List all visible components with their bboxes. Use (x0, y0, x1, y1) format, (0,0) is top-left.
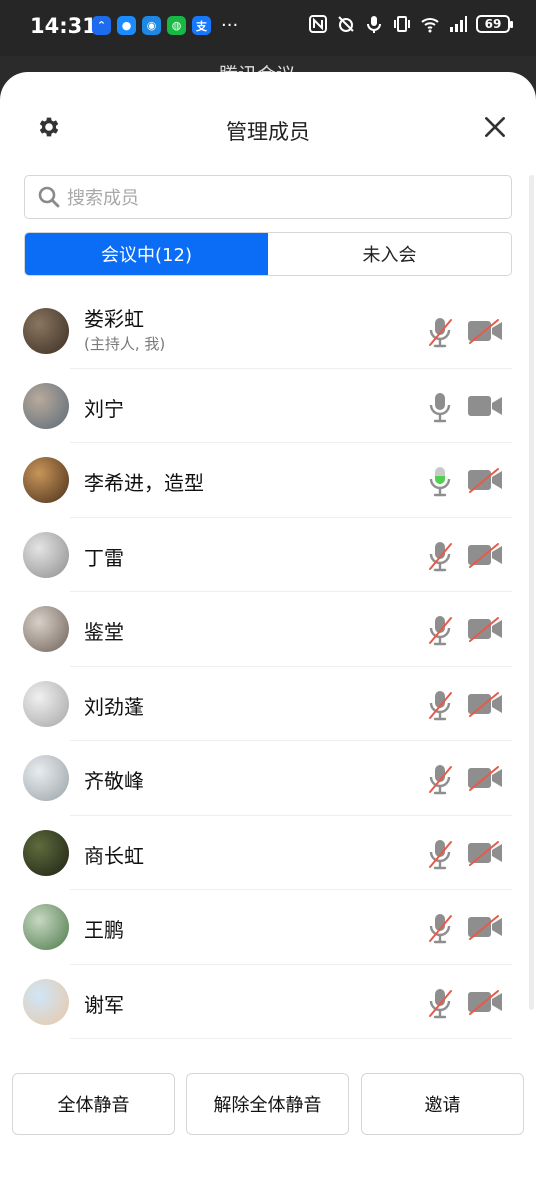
search-box[interactable] (24, 175, 512, 219)
mic-icon[interactable] (427, 465, 453, 497)
alarm-off-icon (338, 16, 354, 32)
alipay-app-icon: 支 (192, 16, 211, 35)
camera-icon[interactable] (467, 393, 503, 419)
avatar (23, 382, 69, 429)
mic-icon[interactable] (427, 391, 453, 423)
mic-status-icon (367, 16, 381, 33)
member-name: 刘宁 (84, 396, 124, 421)
scrollbar[interactable] (529, 175, 534, 1010)
member-row[interactable]: 丁雷 (0, 518, 536, 592)
member-list: 娄彩虹 (主持人, 我) 刘宁 李希进，造型 丁雷 鉴堂 刘劲蓬 齐敬峰 商长虹 … (0, 294, 536, 1039)
member-row[interactable]: 商长虹 (0, 816, 536, 890)
search-icon (38, 186, 60, 208)
mic-muted-icon[interactable] (427, 689, 453, 721)
avatar (23, 308, 69, 354)
avatar (23, 606, 69, 652)
unmute-all-button[interactable]: 解除全体静音 (186, 1073, 349, 1135)
avatar (23, 829, 69, 876)
member-row[interactable]: 李希进，造型 (0, 443, 536, 518)
camera-off-icon[interactable] (467, 914, 503, 940)
vibrate-icon (394, 16, 410, 32)
camera-off-icon[interactable] (467, 765, 503, 791)
avatar (23, 978, 69, 1025)
camera-off-icon[interactable] (467, 318, 503, 344)
avatar (23, 755, 69, 801)
member-row[interactable]: 鉴堂 (0, 592, 536, 667)
member-name: 齐敬峰 (84, 769, 144, 793)
member-name: 王鹏 (84, 918, 124, 942)
member-row[interactable]: 齐敬峰 (0, 741, 536, 816)
search-input[interactable] (65, 182, 499, 214)
divider (70, 1038, 512, 1039)
message-app-icon: ● (117, 16, 136, 35)
member-name: 谢军 (84, 992, 124, 1017)
member-name: 丁雷 (84, 545, 124, 570)
member-row[interactable]: 娄彩虹 (主持人, 我) (0, 294, 536, 369)
member-row[interactable]: 谢军 (0, 965, 536, 1039)
status-indicators: 69 (308, 14, 513, 34)
signal-icon (450, 16, 467, 32)
member-name: 商长虹 (84, 843, 144, 868)
avatar (23, 904, 69, 950)
mic-muted-icon[interactable] (427, 614, 453, 646)
camera-off-icon[interactable] (467, 542, 503, 568)
status-bar: 14:31 ⌃ ● ◉ ◍ 支 ··· 69 (0, 0, 536, 56)
mute-all-button[interactable]: 全体静音 (12, 1073, 175, 1135)
mic-muted-icon[interactable] (427, 838, 453, 870)
avatar (23, 457, 69, 503)
mic-muted-icon[interactable] (427, 763, 453, 795)
page-title: 管理成员 (226, 120, 310, 144)
status-app-icons: ⌃ ● ◉ ◍ 支 ··· (92, 16, 238, 35)
member-name: 鉴堂 (84, 620, 124, 644)
battery-indicator: 69 (476, 15, 513, 33)
nfc-icon (309, 15, 327, 33)
bottom-action-bar: 全体静音 解除全体静音 邀请 (0, 1073, 536, 1137)
mic-muted-icon[interactable] (427, 912, 453, 944)
member-name: 李希进，造型 (84, 471, 204, 495)
member-tabs: 会议中(12) 未入会 (24, 232, 512, 276)
more-notifications-icon: ··· (221, 14, 239, 36)
qq-app-icon: ◉ (142, 16, 161, 35)
mic-muted-icon[interactable] (427, 540, 453, 572)
avatar (23, 680, 69, 727)
member-row[interactable]: 刘宁 (0, 369, 536, 443)
camera-off-icon[interactable] (467, 616, 503, 642)
camera-off-icon[interactable] (467, 691, 503, 717)
wifi-icon (421, 18, 439, 33)
status-time: 14:31 (30, 14, 97, 38)
work-app-icon: ⌃ (92, 16, 111, 35)
close-icon[interactable] (482, 114, 508, 140)
camera-off-icon[interactable] (467, 467, 503, 493)
tab-not-joined[interactable]: 未入会 (268, 233, 511, 275)
mic-muted-icon[interactable] (427, 316, 453, 348)
camera-off-icon[interactable] (467, 840, 503, 866)
tab-in-meeting[interactable]: 会议中(12) (25, 233, 268, 275)
member-role: (主持人, 我) (84, 335, 166, 353)
member-row[interactable]: 刘劲蓬 (0, 667, 536, 741)
invite-button[interactable]: 邀请 (361, 1073, 524, 1135)
mic-muted-icon[interactable] (427, 987, 453, 1019)
member-row[interactable]: 王鹏 (0, 890, 536, 965)
manage-members-sheet: 管理成员 会议中(12) 未入会 娄彩虹 (主持人, 我) 刘宁 李希进，造型 丁… (0, 72, 536, 1185)
avatar (23, 531, 69, 578)
wechat-app-icon: ◍ (167, 16, 186, 35)
member-name: 娄彩虹 (84, 307, 144, 331)
camera-off-icon[interactable] (467, 989, 503, 1015)
member-name: 刘劲蓬 (84, 694, 144, 719)
